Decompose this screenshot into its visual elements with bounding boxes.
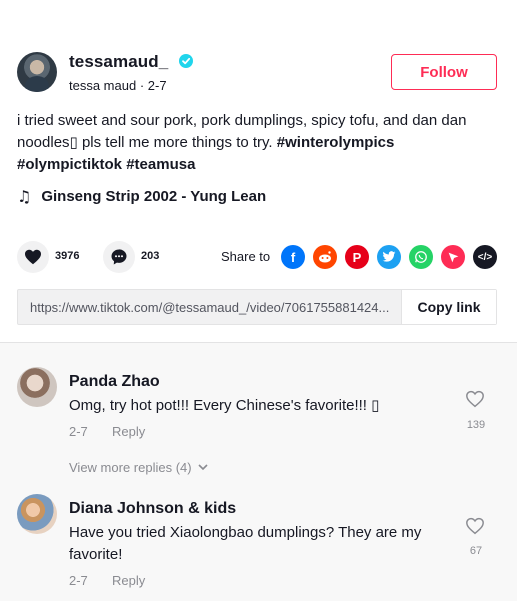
like-button[interactable] xyxy=(17,241,49,273)
whatsapp-icon[interactable] xyxy=(409,245,433,269)
reply-button[interactable]: Reply xyxy=(112,424,145,439)
chevron-down-icon xyxy=(198,464,208,471)
comment-date: 2-7 xyxy=(69,424,88,439)
comment-date: 2-7 xyxy=(69,573,88,588)
verified-icon xyxy=(179,54,193,68)
comment-count: 203 xyxy=(141,250,160,262)
caption: i tried sweet and sour pork, pork dumpli… xyxy=(17,110,501,176)
heart-outline-icon xyxy=(466,390,484,408)
post-header: tessamaud_ tessa maud · 2-7 Follow i tri… xyxy=(0,0,517,342)
music-note-icon: ♫ xyxy=(17,187,32,206)
username[interactable]: tessamaud_ xyxy=(69,52,168,72)
share-link-input[interactable]: https://www.tiktok.com/@tessamaud_/video… xyxy=(30,300,400,315)
hashtag-olympictiktok[interactable]: #olympictiktok xyxy=(17,156,122,173)
view-more-replies[interactable]: View more replies (4) xyxy=(69,460,208,475)
display-name: tessa maud xyxy=(69,78,137,93)
heart-icon xyxy=(25,249,41,265)
comment-like-count: 67 xyxy=(469,545,483,557)
commenter-avatar[interactable] xyxy=(17,367,57,407)
hashtag-teamusa[interactable]: #teamusa xyxy=(126,156,195,173)
comment-like-button[interactable] xyxy=(465,517,487,539)
heart-outline-icon xyxy=(466,517,484,535)
action-bar: 3976 203 Share to f P </> xyxy=(17,241,499,273)
caption-text: i tried sweet and sour pork, pork dumpli… xyxy=(17,112,467,151)
embed-icon[interactable]: </> xyxy=(473,245,497,269)
commenter-name[interactable]: Diana Johnson & kids xyxy=(69,500,236,518)
view-more-label: View more replies (4) xyxy=(69,460,192,475)
reddit-icon[interactable] xyxy=(313,245,337,269)
twitter-icon[interactable] xyxy=(377,245,401,269)
post-date: 2-7 xyxy=(147,78,167,93)
like-count: 3976 xyxy=(55,250,80,262)
comment-list: Panda Zhao Omg, try hot pot!!! Every Chi… xyxy=(0,342,517,601)
music-title: Ginseng Strip 2002 - Yung Lean xyxy=(41,188,267,205)
comment-text: Have you tried Xiaolongbao dumplings? Th… xyxy=(69,524,422,563)
commenter-avatar[interactable] xyxy=(17,494,57,534)
separator-dot: · xyxy=(139,78,148,93)
share-label: Share to xyxy=(221,249,271,264)
avatar[interactable] xyxy=(17,52,57,92)
follow-button[interactable]: Follow xyxy=(391,54,497,90)
comment-text: Omg, try hot pot!!! Every Chinese's favo… xyxy=(69,397,380,414)
hashtag-winterolympics[interactable]: #winterolympics xyxy=(277,134,395,151)
music-link[interactable]: ♫ Ginseng Strip 2002 - Yung Lean xyxy=(17,187,266,206)
comment-like-count: 139 xyxy=(466,419,486,431)
comment-button[interactable] xyxy=(103,241,135,273)
reply-button[interactable]: Reply xyxy=(112,573,145,588)
pinterest-icon[interactable]: P xyxy=(345,245,369,269)
commenter-name[interactable]: Panda Zhao xyxy=(69,373,160,391)
share-link-box: https://www.tiktok.com/@tessamaud_/video… xyxy=(17,289,497,325)
send-icon[interactable] xyxy=(441,245,465,269)
comment-like-button[interactable] xyxy=(465,390,487,412)
comment-icon xyxy=(111,249,127,265)
copy-link-button[interactable]: Copy link xyxy=(401,290,496,324)
facebook-icon[interactable]: f xyxy=(281,245,305,269)
author-subline: tessa maud · 2-7 xyxy=(69,78,167,93)
